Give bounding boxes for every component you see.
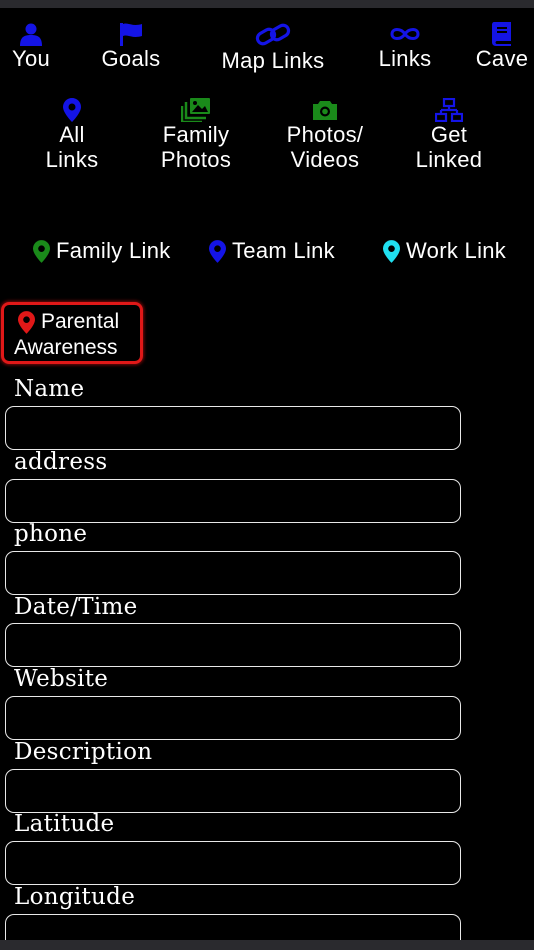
parental-awareness-line1: Parental [41,310,120,333]
nav-photos-videos-line2: Videos [290,147,360,172]
nav-you-label: You [11,46,51,71]
latitude-label: Latitude [14,811,115,837]
nav-cave-label: Cave [475,46,529,71]
map-pin-icon [209,239,226,263]
nav-goals[interactable]: Goals [96,22,166,71]
longitude-field[interactable] [5,914,461,940]
nav-photos-videos[interactable]: Photos/ Videos [280,98,370,172]
team-link-button[interactable]: Team Link [209,238,335,264]
parental-awareness-button[interactable]: Parental Awareness [1,302,143,364]
nav-family-photos[interactable]: Family Photos [155,98,237,172]
flag-icon [120,23,142,46]
parental-awareness-line2: Awareness [14,336,118,359]
network-icon [435,98,463,122]
nav-links-label: Links [378,46,432,71]
work-link-button[interactable]: Work Link [383,238,506,264]
description-label: Description [14,739,153,765]
link-icon [255,23,291,46]
date-time-field[interactable] [5,623,461,667]
map-pin-icon [33,239,50,263]
nav-family-photos-line2: Photos [160,147,232,172]
navigation-bar [0,940,534,950]
status-bar [0,0,534,8]
nav-goals-label: Goals [101,46,161,71]
phone-field[interactable] [5,551,461,595]
nav-photos-videos-line1: Photos/ [286,122,364,147]
nav-get-linked-line2: Linked [415,147,483,172]
map-pin-icon [18,311,35,334]
nav-get-linked-line1: Get [430,122,468,147]
nav-links[interactable]: Links [373,22,437,71]
family-link-button[interactable]: Family Link [33,238,171,264]
family-link-label: Family Link [56,238,171,263]
book-icon [492,22,511,46]
nav-family-photos-line1: Family [162,122,230,147]
map-pin-icon [383,239,400,263]
latitude-field[interactable] [5,841,461,885]
name-label: Name [14,376,85,402]
map-pin-icon [63,98,81,122]
work-link-label: Work Link [406,238,507,263]
photo-gallery-icon [181,98,210,122]
nav-all-links[interactable]: All Links [38,98,106,172]
nav-you[interactable]: You [8,22,54,71]
nav-get-linked[interactable]: Get Linked [410,98,488,172]
camera-icon [313,101,337,120]
address-label: address [14,449,108,475]
nav-cave[interactable]: Cave [472,22,532,71]
phone-label: phone [14,521,88,547]
website-label: Website [14,666,109,692]
person-icon [20,23,42,46]
website-field[interactable] [5,696,461,740]
name-field[interactable] [5,406,461,450]
nav-map-links[interactable]: Map Links [214,22,332,73]
nav-all-links-line1: All [59,122,85,147]
description-field[interactable] [5,769,461,813]
nav-map-links-label: Map Links [221,48,325,73]
infinity-icon [390,28,420,40]
longitude-label: Longitude [14,884,136,910]
date-time-label: Date/Time [14,594,138,620]
address-field[interactable] [5,479,461,523]
team-link-label: Team Link [232,238,335,263]
nav-all-links-line2: Links [45,147,99,172]
